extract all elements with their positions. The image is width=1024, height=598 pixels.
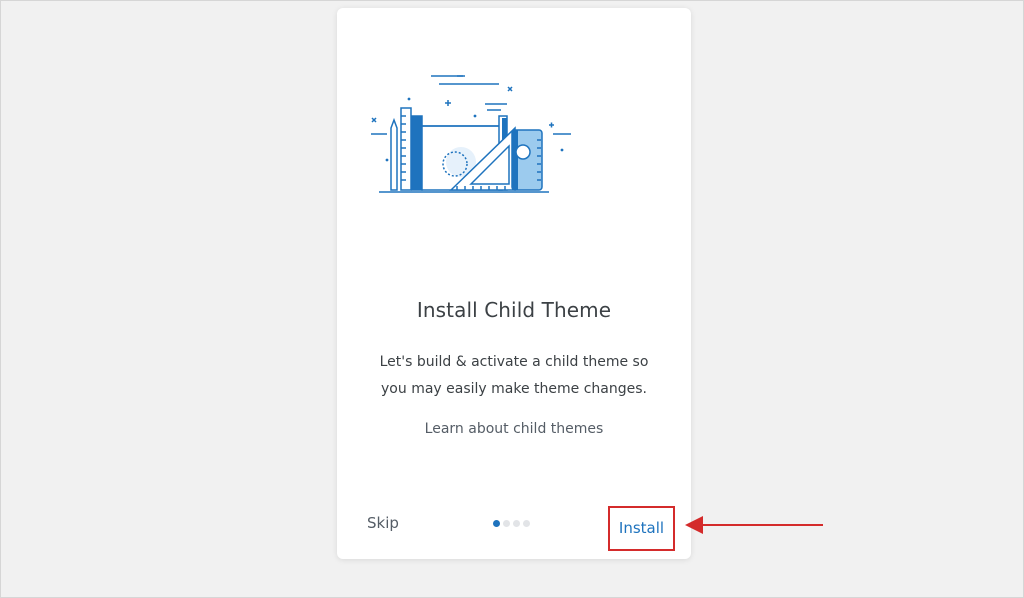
- card-title: Install Child Theme: [416, 298, 612, 322]
- step-indicator: [493, 520, 530, 528]
- red-arrow-icon: [685, 516, 823, 534]
- skip-button[interactable]: Skip: [367, 514, 399, 532]
- step-dot-4: [523, 520, 530, 527]
- step-dot-2: [503, 520, 510, 527]
- step-dot-3: [513, 520, 520, 527]
- install-button[interactable]: Install: [610, 508, 673, 549]
- install-highlight-box: Install: [608, 506, 675, 551]
- child-theme-illustration-icon: [371, 75, 571, 193]
- onboarding-card: Install Child Theme Let's build & activa…: [337, 8, 691, 559]
- step-dot-1: [493, 520, 500, 527]
- card-footer: Skip Install: [337, 498, 691, 551]
- learn-about-child-themes-link[interactable]: Learn about child themes: [337, 421, 691, 437]
- card-description: Let's build & activate a child theme so …: [379, 354, 649, 397]
